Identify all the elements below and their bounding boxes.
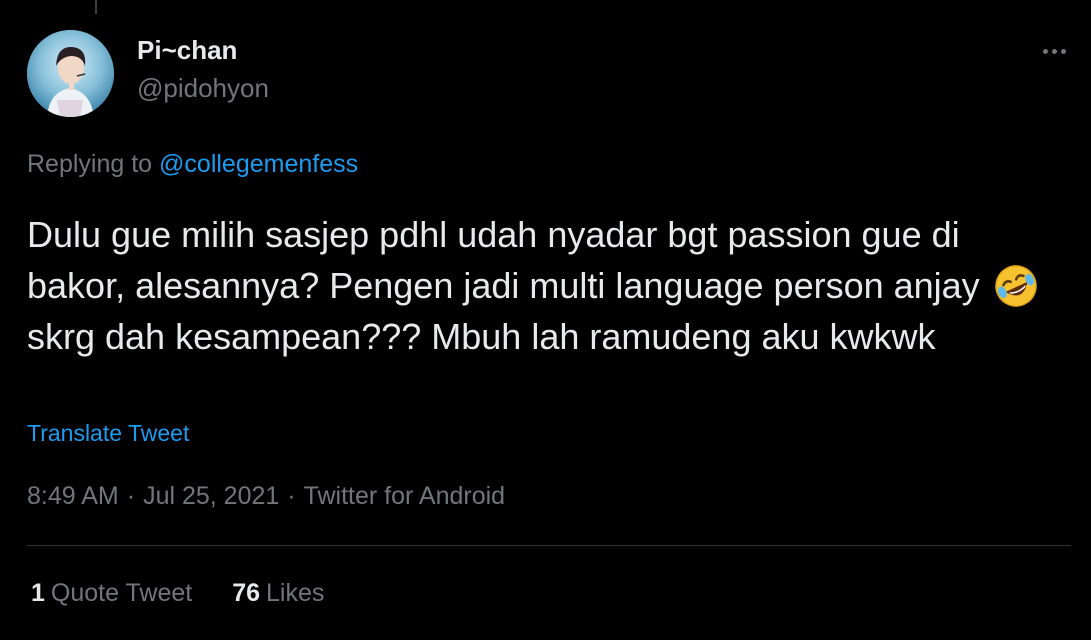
- thread-connector-line: [95, 0, 97, 14]
- tweet-time[interactable]: 8:49 AM: [27, 482, 119, 510]
- likes-label: Likes: [266, 579, 325, 607]
- divider: [27, 545, 1071, 546]
- reply-target-link[interactable]: @collegemenfess: [159, 150, 358, 178]
- tweet-date[interactable]: Jul 25, 2021: [143, 482, 279, 510]
- more-options-button[interactable]: [1033, 30, 1075, 72]
- display-name[interactable]: Pi~chan: [137, 34, 237, 66]
- tweet-metadata: 8:49 AM · Jul 25, 2021 · Twitter for Android: [27, 479, 505, 513]
- more-dot-icon: [1060, 48, 1066, 54]
- translate-tweet-link[interactable]: Translate Tweet: [27, 418, 189, 448]
- more-dot-icon: [1042, 48, 1048, 54]
- likes-count: 76: [232, 579, 261, 607]
- tweet-text-part1: Dulu gue milih sasjep pdhl udah nyadar b…: [27, 214, 980, 306]
- tweet-stats: 1 Quote Tweet 76 Likes: [31, 576, 324, 610]
- tweet-text: Dulu gue milih sasjep pdhl udah nyadar b…: [27, 209, 1067, 362]
- meta-separator: ·: [126, 482, 136, 510]
- avatar[interactable]: [27, 30, 114, 117]
- tweet-detail: Pi~chan @pidohyon Replying to @collegeme…: [0, 0, 1091, 640]
- quote-tweets-stat[interactable]: 1 Quote Tweet: [31, 576, 192, 610]
- quote-label: Quote Tweet: [50, 579, 193, 607]
- user-handle[interactable]: @pidohyon: [137, 72, 269, 104]
- quote-count: 1: [31, 579, 45, 607]
- tweet-text-part2: skrg dah kesampean??? Mbuh lah ramudeng …: [27, 316, 936, 357]
- replying-to-label: Replying to: [27, 150, 160, 178]
- rolling-laughing-emoji-icon: [994, 265, 1037, 307]
- replying-to: Replying to @collegemenfess: [27, 148, 358, 180]
- more-dot-icon: [1051, 48, 1057, 54]
- meta-separator: ·: [287, 482, 296, 510]
- likes-stat[interactable]: 76 Likes: [232, 576, 324, 610]
- tweet-source[interactable]: Twitter for Android: [304, 482, 505, 510]
- avatar-image: [27, 30, 114, 117]
